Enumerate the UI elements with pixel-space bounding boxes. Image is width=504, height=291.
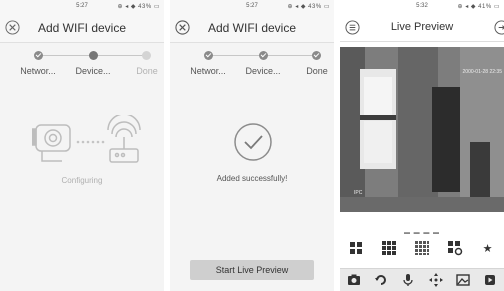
camera-icon (32, 124, 71, 162)
page-indicator: ▬ ▬ ▬ ▬ (403, 230, 440, 236)
phone-screen-success: 5:27 ⊕ ◂ ◆ 43% ▭ Add WIFI device Networ.… (170, 0, 334, 291)
start-live-preview-button[interactable]: Start Live Preview (190, 260, 314, 280)
exit-icon[interactable] (494, 20, 504, 35)
image-quality-icon[interactable] (454, 272, 472, 288)
camera-label: IPC (354, 190, 363, 196)
ptz-direction-icon[interactable] (427, 272, 445, 288)
step-label-done: Done (136, 66, 158, 76)
playback-icon[interactable] (372, 272, 390, 288)
connection-dots-icon (76, 140, 105, 144)
checkmark-circle-icon (234, 123, 272, 161)
step-complete-icon (34, 51, 43, 60)
step-progress: Networ... Device... Done (170, 47, 334, 83)
step-complete-icon (204, 51, 213, 60)
step-label-network: Networ... (190, 66, 226, 76)
step-connector (208, 55, 263, 56)
step-progress: Networ... Device... Done (0, 47, 164, 83)
phone-screen-configuring: 5:27 ⊕ ◂ ◆ 43% ▭ Add WIFI device Networ.… (0, 0, 164, 291)
step-connector (38, 55, 93, 56)
phone-screen-live-preview: 5:32 ⊕ ◂ ◆ 41% ▭ Live Preview 2000-01-28 (340, 0, 504, 291)
step-current-icon (89, 51, 98, 60)
favorite-star-icon[interactable]: ★ (479, 240, 497, 256)
step-complete-icon (312, 51, 321, 60)
grid-16-layout-icon[interactable] (413, 240, 431, 256)
status-icons: ⊕ ◂ ◆ 43% ▭ (287, 4, 330, 10)
status-bar: 5:27 ⊕ ◂ ◆ 43% ▭ (0, 0, 164, 13)
header: Add WIFI device (170, 13, 334, 43)
video-timestamp: 2000-01-28 22:35 (462, 69, 502, 75)
step-label-done: Done (306, 66, 328, 76)
status-bar: 5:27 ⊕ ◂ ◆ 43% ▭ (170, 0, 334, 13)
video-preview[interactable]: 2000-01-28 22:35 IPC (340, 47, 504, 212)
step-label-device: Device... (75, 66, 111, 76)
microphone-icon[interactable] (399, 272, 417, 288)
router-icon (107, 115, 141, 163)
status-icons: ⊕ ◂ ◆ 41% ▭ (457, 4, 500, 10)
record-video-icon[interactable] (481, 272, 499, 288)
status-bar: 5:32 ⊕ ◂ ◆ 41% ▭ (340, 0, 504, 13)
page-title: Add WIFI device (207, 21, 297, 35)
snapshot-camera-icon[interactable] (345, 272, 363, 288)
camera-router-illustration (32, 115, 141, 163)
control-toolbar (340, 268, 504, 291)
step-complete-icon (259, 51, 268, 60)
step-pending-icon (142, 51, 151, 60)
status-icons: ⊕ ◂ ◆ 43% ▭ (117, 4, 160, 10)
grid-9-layout-icon[interactable] (380, 240, 398, 256)
grid-1-layout-icon[interactable] (347, 240, 365, 256)
status-message: Configuring (61, 176, 103, 185)
layout-toolbar: ★ (340, 240, 504, 256)
success-message: Added successfully! (216, 174, 288, 183)
step-connector (263, 55, 318, 56)
header: Live Preview (340, 13, 504, 42)
page-title: Live Preview (390, 21, 454, 33)
step-label-device: Device... (245, 66, 281, 76)
page-title: Add WIFI device (37, 21, 127, 35)
header: Add WIFI device (0, 13, 164, 43)
step-label-network: Networ... (20, 66, 56, 76)
step-connector (93, 55, 148, 56)
grid-settings-icon[interactable] (446, 240, 464, 256)
